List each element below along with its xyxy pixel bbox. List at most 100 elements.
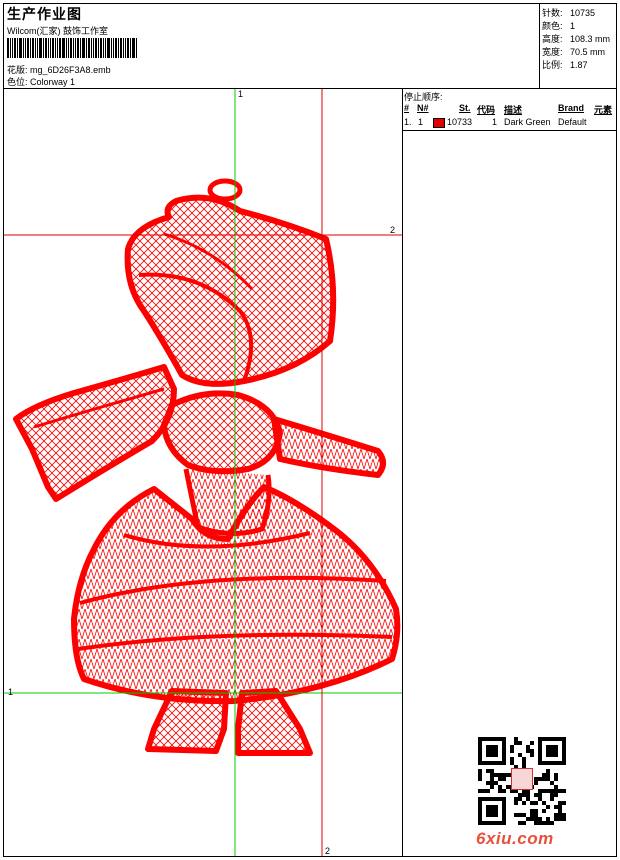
barcode-bar: [66, 38, 67, 58]
barcode-bar: [48, 38, 49, 58]
barcode-bar: [35, 38, 36, 58]
qr-module: [554, 773, 558, 777]
qr-module: [550, 821, 554, 825]
qr-module: [554, 813, 558, 817]
qr-module: [530, 809, 534, 813]
barcode: [7, 38, 185, 58]
qr-module: [490, 769, 494, 773]
qr-module: [534, 793, 538, 797]
qr-module: [546, 777, 550, 781]
row-num: 1.: [404, 117, 412, 127]
header-info: 生产作业图 Wilcom(汇家) 鼓饰工作室 花版: mg_6D26F3A8.e…: [4, 4, 540, 89]
qr-module: [538, 789, 542, 793]
stat-height: 高度: 108.3 mm: [542, 34, 611, 44]
barcode-bar: [123, 38, 124, 58]
qr-module: [546, 789, 550, 793]
qr-module: [518, 797, 522, 801]
qr-module: [534, 821, 538, 825]
qr-module: [550, 797, 554, 801]
barcode-bar: [132, 38, 135, 58]
qr-module: [498, 777, 502, 781]
qr-module: [526, 797, 530, 801]
qr-module: [542, 789, 546, 793]
qr-module: [518, 821, 522, 825]
qr-module: [478, 773, 482, 777]
qr-module: [518, 741, 522, 745]
row-description: Dark Green: [504, 117, 551, 127]
barcode-bar: [37, 38, 38, 58]
qr-module: [514, 797, 518, 801]
barcode-bar: [23, 38, 24, 58]
qr-module: [554, 817, 558, 821]
qr-module: [510, 749, 514, 753]
qr-module: [562, 789, 566, 793]
qr-module: [558, 805, 562, 809]
qr-module: [498, 785, 502, 789]
qr-module: [490, 781, 494, 785]
qr-module: [490, 773, 494, 777]
qr-module: [546, 773, 550, 777]
row-stitches: 10733: [447, 117, 473, 127]
qr-module: [530, 813, 534, 817]
qr-module: [534, 813, 538, 817]
barcode-bar: [27, 38, 29, 58]
red-guide-right-label: 2: [390, 225, 396, 235]
row-needle: 1: [418, 117, 424, 127]
qr-module: [562, 817, 566, 821]
qr-module: [554, 793, 558, 797]
qr-module: [550, 793, 554, 797]
company-name: Wilcom(汇家) 鼓饰工作室: [7, 26, 108, 36]
barcode-bar: [103, 38, 104, 58]
barcode-bar: [62, 38, 65, 58]
qr-module: [562, 801, 566, 805]
green-guide-left-label: 1: [8, 687, 14, 697]
barcode-bar: [105, 38, 106, 58]
qr-module: [518, 793, 522, 797]
row-code: 1: [492, 117, 498, 127]
col-code: 代码: [477, 105, 496, 115]
barcode-bar: [32, 38, 34, 58]
page-title: 生产作业图: [7, 6, 82, 22]
barcode-bar: [45, 38, 47, 58]
qr-module: [486, 805, 498, 817]
qr-module: [534, 781, 538, 785]
qr-module: [486, 789, 490, 793]
qr-module: [542, 809, 546, 813]
watermark-logo: 6xiu.com: [476, 829, 554, 848]
barcode-bar: [80, 38, 81, 58]
barcode-bar: [86, 38, 87, 58]
qr-module: [542, 821, 546, 825]
qr-module: [542, 777, 546, 781]
qr-module: [562, 813, 566, 817]
barcode-bar: [125, 38, 126, 58]
barcode-bar: [93, 38, 94, 58]
barcode-bar: [19, 38, 22, 58]
qr-module: [534, 817, 538, 821]
qr-module: [558, 801, 562, 805]
qr-module: [554, 777, 558, 781]
qr-module: [518, 813, 522, 817]
qr-module: [522, 821, 526, 825]
qr-module: [522, 757, 526, 761]
qr-module: [530, 817, 534, 821]
stats-panel: 针数: 10735 颜色: 1 高度: 108.3 mm 宽度: 70.5 mm 比例:…: [540, 4, 616, 89]
scarf: [13, 364, 177, 502]
qr-module: [510, 757, 514, 761]
qr-module: [554, 789, 558, 793]
qr-module: [534, 809, 538, 813]
left-shoe: [145, 688, 229, 754]
barcode-bar: [52, 38, 54, 58]
qr-module: [522, 801, 526, 805]
barcode-bar: [39, 38, 42, 58]
stat-width: 宽度: 70.5 mm: [542, 47, 606, 57]
qr-module: [526, 749, 530, 753]
qr-module: [550, 789, 554, 793]
barcode-bar: [100, 38, 102, 58]
qr-module: [486, 769, 490, 773]
qr-module: [494, 773, 498, 777]
qr-module: [494, 781, 498, 785]
qr-module: [546, 805, 550, 809]
stop-sequence-title: 停止顺序:: [404, 92, 443, 102]
colorway-line: 色位: Colorway 1: [7, 75, 75, 88]
stop-table-divider: [403, 130, 616, 131]
